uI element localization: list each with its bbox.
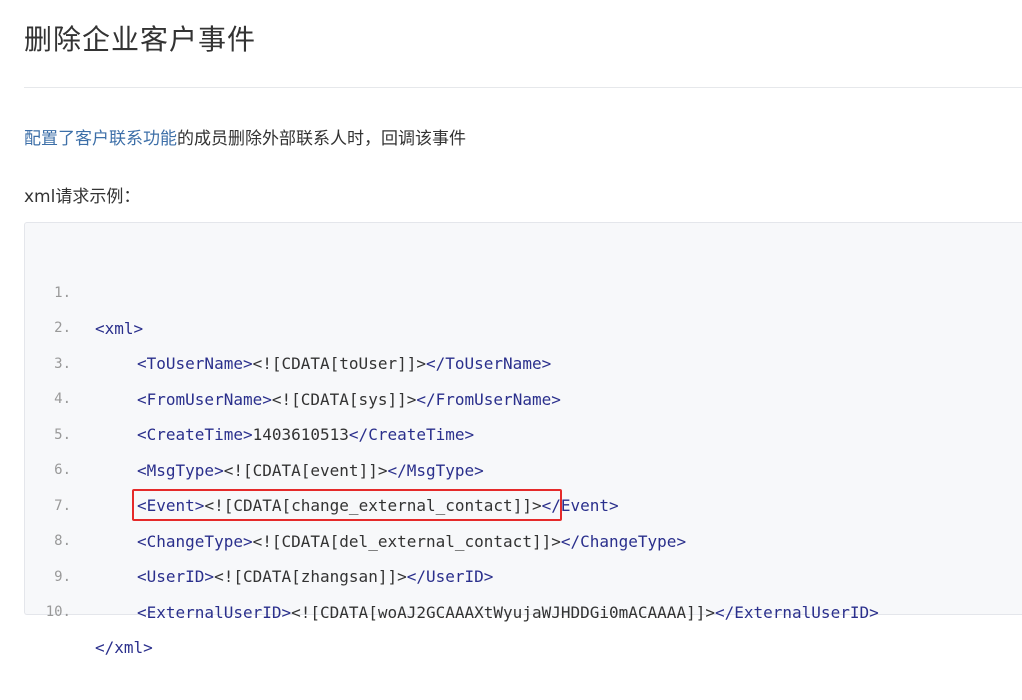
- xml-close-tag: </MsgType>: [387, 461, 484, 480]
- xml-value: <![CDATA[sys]]>: [271, 390, 417, 409]
- code-line: 1. <xml>: [25, 241, 143, 338]
- xml-close-tag: </ChangeType>: [560, 532, 687, 551]
- code-line: 2. <ToUserName><![CDATA[toUser]]></ToUse…: [25, 276, 551, 373]
- code-content: <ToUserName><![CDATA[toUser]]></ToUserNa…: [95, 346, 551, 381]
- code-line: 5. <MsgType><![CDATA[event]]></MsgType>: [25, 383, 484, 480]
- title-divider: [24, 87, 1022, 88]
- xml-open-tag: <FromUserName>: [137, 390, 272, 409]
- xml-open-tag: <ExternalUserID>: [137, 603, 292, 622]
- code-content: <ChangeType><![CDATA[del_external_contac…: [95, 524, 686, 559]
- xml-open-tag: <ChangeType>: [137, 532, 253, 551]
- userid-highlight-box: [132, 489, 562, 521]
- xml-value: <![CDATA[event]]>: [223, 461, 388, 480]
- line-number: 10.: [45, 604, 71, 620]
- xml-value: 1403610513: [252, 425, 349, 444]
- customer-contact-config-link[interactable]: 配置了客户联系功能: [24, 129, 177, 149]
- xml-close-tag: </ToUserName>: [425, 354, 552, 373]
- code-line: 10. </xml>: [25, 560, 153, 657]
- code-content: <MsgType><![CDATA[event]]></MsgType>: [95, 453, 484, 488]
- xml-example-label: xml请求示例：: [24, 187, 141, 207]
- xml-close-tag: </CreateTime>: [348, 425, 475, 444]
- xml-value: <![CDATA[del_external_contact]]>: [252, 532, 561, 551]
- xml-open-tag: <xml>: [95, 319, 144, 338]
- event-description: 配置了客户联系功能的成员删除外部联系人时，回调该事件: [24, 124, 466, 149]
- code-line-highlighted: 8. <UserID><![CDATA[zhangsan]]></UserID>: [25, 489, 493, 586]
- page-title: 删除企业客户事件: [24, 23, 257, 56]
- code-content: <FromUserName><![CDATA[sys]]></FromUserN…: [95, 382, 561, 417]
- xml-close-tag: </FromUserName>: [416, 390, 561, 409]
- code-line: 7. <ChangeType><![CDATA[del_external_con…: [25, 454, 686, 551]
- code-line: 9. <ExternalUserID><![CDATA[woAJ2GCAAAXt…: [25, 525, 879, 622]
- xml-open-tag: <ToUserName>: [137, 354, 253, 373]
- xml-close-tag: </UserID>: [406, 567, 494, 586]
- xml-open-tag: <UserID>: [137, 567, 215, 586]
- code-content: </xml>: [95, 630, 153, 665]
- xml-code-block: 1. <xml> 2. <ToUserName><![CDATA[toUser]…: [24, 222, 1022, 657]
- code-content: <UserID><![CDATA[zhangsan]]></UserID>: [95, 559, 493, 594]
- code-line: 3. <FromUserName><![CDATA[sys]]></FromUs…: [25, 312, 561, 409]
- code-content: <xml>: [95, 311, 143, 346]
- xml-value: <![CDATA[woAJ2GCAAAXtWyujaWJHDDGi0mACAAA…: [291, 603, 715, 622]
- code-content: <CreateTime>1403610513</CreateTime>: [95, 417, 474, 452]
- code-line: 4. <CreateTime>1403610513</CreateTime>: [25, 347, 474, 444]
- code-content: <ExternalUserID><![CDATA[woAJ2GCAAAXtWyu…: [95, 595, 879, 630]
- description-text: 的成员删除外部联系人时，回调该事件: [177, 129, 466, 149]
- xml-open-tag: <MsgType>: [137, 461, 224, 480]
- xml-value: <![CDATA[toUser]]>: [252, 354, 426, 373]
- xml-value: <![CDATA[zhangsan]]>: [214, 567, 407, 586]
- xml-open-tag: <CreateTime>: [137, 425, 253, 444]
- xml-close-tag: </ExternalUserID>: [714, 603, 879, 622]
- code-line: 6. <Event><![CDATA[change_external_conta…: [25, 418, 619, 515]
